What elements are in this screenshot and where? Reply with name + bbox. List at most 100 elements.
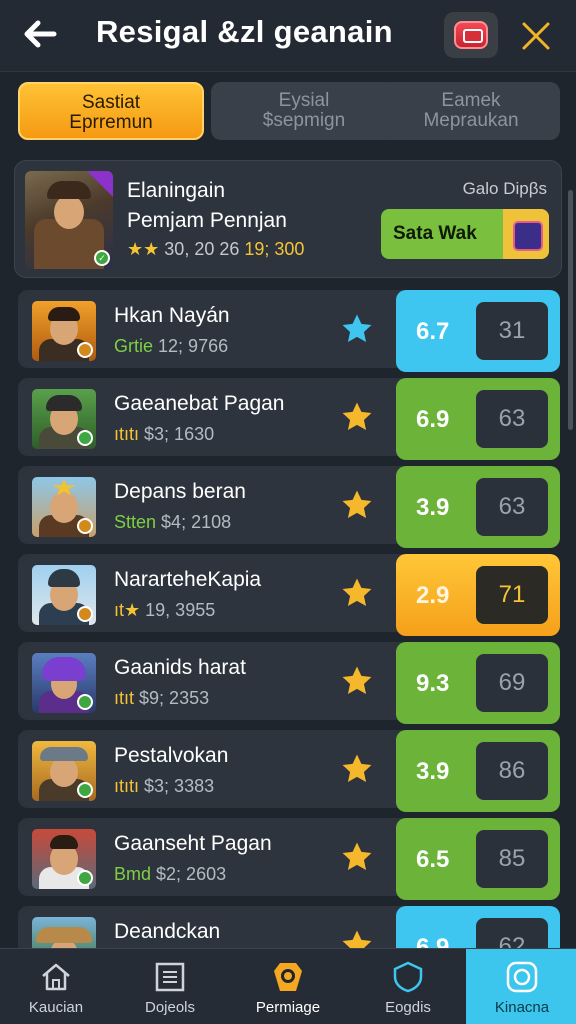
- nav-label: Kinacna: [494, 999, 550, 1016]
- list-item[interactable]: Gaanids harat ıtıt $9; 2353 9.3 69: [18, 642, 560, 724]
- tab-label-line1: Sastiat: [81, 92, 141, 113]
- score-panel[interactable]: 9.3 69: [396, 642, 560, 724]
- star-icon[interactable]: [340, 488, 374, 522]
- featured-stat2: 19; 300: [244, 239, 305, 259]
- score-value: 3.9: [416, 494, 450, 521]
- nav-label: Dojeols: [144, 999, 196, 1016]
- featured-name: Elaningain: [127, 179, 226, 202]
- rank-value: 71: [476, 566, 548, 624]
- scrollbar[interactable]: [568, 190, 573, 430]
- featured-stars: ★★: [127, 239, 160, 259]
- star-icon[interactable]: [340, 840, 374, 874]
- player-stats: ıtıtı $3; 1630: [114, 424, 215, 444]
- star-icon[interactable]: [340, 576, 374, 610]
- nav-item-kaucian[interactable]: Kaucian: [0, 949, 112, 1024]
- arrow-left-icon: [24, 20, 57, 48]
- score-value: 3.9: [416, 758, 450, 785]
- tab-eysial[interactable]: Eysial $sepmign: [211, 82, 397, 140]
- bottom-navigation: Kaucian Dojeols Permiage Eogdis Kinacna: [0, 948, 576, 1024]
- player-stats: Grtie 12; 9766: [114, 336, 229, 356]
- score-panel[interactable]: 2.9 71: [396, 554, 560, 636]
- player-name: Hkan Nayán: [114, 304, 230, 327]
- list-item[interactable]: Hkan Nayán Grtie 12; 9766 6.7 31: [18, 290, 560, 372]
- tab-label-line2: Mepraukan: [423, 110, 519, 131]
- list-item[interactable]: Pestalvokan ıtıtı $3; 3383 3.9 86: [18, 730, 560, 812]
- rank-value: 31: [476, 302, 548, 360]
- list-item[interactable]: Gaeanebat Pagan ıtıtı $3; 1630 6.9 63: [18, 378, 560, 460]
- player-stats: ıtıt $9; 2353: [114, 688, 210, 708]
- player-avatar: [32, 741, 96, 801]
- featured-stat1: 30, 20 26: [164, 239, 240, 259]
- nav-item-permiage[interactable]: Permiage: [232, 949, 344, 1024]
- target-icon: [506, 961, 538, 993]
- close-button[interactable]: [516, 16, 556, 56]
- player-avatar: [32, 829, 96, 889]
- player-name: Deandckan: [114, 920, 221, 943]
- tab-label-line2: Eprremun: [69, 112, 153, 133]
- featured-action-label: Sata Wak: [393, 223, 477, 244]
- player-stats: ıtıtı $3; 3383: [114, 776, 215, 796]
- player-avatar: [32, 653, 96, 713]
- close-x-icon: [522, 22, 550, 50]
- gem-icon: [503, 209, 549, 259]
- player-avatar: [32, 477, 96, 537]
- player-stats: Stten $4; 2108: [114, 512, 232, 532]
- player-name: Gaanseht Pagan: [114, 832, 272, 855]
- tab-bar: Sastiat Eprremun Eysial $sepmign Eamek M…: [18, 82, 560, 140]
- player-avatar: [32, 389, 96, 449]
- page-title: Resigal &zl geanain: [96, 14, 393, 49]
- score-panel[interactable]: 3.9 86: [396, 730, 560, 812]
- nav-item-eogdis[interactable]: Eogdis: [352, 949, 464, 1024]
- featured-subtitle: Pemjam Pennjan: [127, 209, 287, 232]
- score-panel[interactable]: 6.7 31: [396, 290, 560, 372]
- rank-value: 63: [476, 478, 548, 536]
- featured-label: Galo Dipβs: [462, 179, 547, 198]
- star-icon[interactable]: [340, 752, 374, 786]
- back-button[interactable]: [20, 14, 60, 54]
- player-avatar: [32, 301, 96, 361]
- score-value: 6.7: [416, 318, 450, 345]
- nav-item-kinacna[interactable]: Kinacna: [466, 949, 576, 1024]
- nav-label: Eogdis: [385, 999, 431, 1016]
- score-panel[interactable]: 6.9 63: [396, 378, 560, 460]
- player-name: Depans beran: [114, 480, 246, 503]
- nav-label: Kaucian: [28, 999, 84, 1016]
- rank-value: 69: [476, 654, 548, 712]
- score-panel[interactable]: 6.5 85: [396, 818, 560, 900]
- player-name: Pestalvokan: [114, 744, 229, 767]
- score-panel[interactable]: 3.9 63: [396, 466, 560, 548]
- player-stats: Bmd $2; 2603: [114, 864, 227, 884]
- player-avatar: [32, 565, 96, 625]
- tab-eamek[interactable]: Eamek Mepraukan: [382, 82, 560, 140]
- player-stats: ıt★ 19, 3955: [114, 600, 216, 620]
- star-icon[interactable]: [340, 312, 374, 346]
- rank-value: 86: [476, 742, 548, 800]
- featured-badge: [87, 171, 113, 197]
- nav-item-dojeols[interactable]: Dojeols: [114, 949, 226, 1024]
- tab-label-line1: Eamek: [441, 90, 501, 111]
- featured-card[interactable]: ✓ Elaningain Pemjam Pennjan ★★ 30, 20 26…: [14, 160, 562, 278]
- score-value: 2.9: [416, 582, 450, 609]
- score-value: 6.5: [416, 846, 450, 873]
- list-icon: [155, 962, 185, 992]
- nav-label: Permiage: [255, 999, 321, 1016]
- tab-sastiat[interactable]: Sastiat Eprremun: [18, 82, 204, 140]
- list-item[interactable]: Depans beran Stten $4; 2108 3.9 63: [18, 466, 560, 548]
- player-name: Gaeanebat Pagan: [114, 392, 285, 415]
- player-name: Gaanids harat: [114, 656, 246, 679]
- tab-label-line1: Eysial: [278, 90, 330, 111]
- record-button[interactable]: [444, 12, 498, 58]
- list-item[interactable]: Gaanseht Pagan Bmd $2; 2603 6.5 85: [18, 818, 560, 900]
- featured-stats: ★★ 30, 20 26 19; 300: [127, 239, 304, 260]
- list-item[interactable]: NarartehеKapia ıt★ 19, 3955 2.9 71: [18, 554, 560, 636]
- home-icon: [42, 963, 70, 991]
- badge-icon: [274, 963, 302, 991]
- tab-label-line2: $sepmign: [262, 110, 346, 131]
- featured-action-button[interactable]: Sata Wak: [381, 209, 549, 259]
- rank-value: 85: [476, 830, 548, 888]
- score-value: 9.3: [416, 670, 450, 697]
- star-icon[interactable]: [340, 664, 374, 698]
- record-icon: [454, 21, 488, 49]
- star-icon[interactable]: [340, 400, 374, 434]
- online-indicator: ✓: [94, 250, 110, 266]
